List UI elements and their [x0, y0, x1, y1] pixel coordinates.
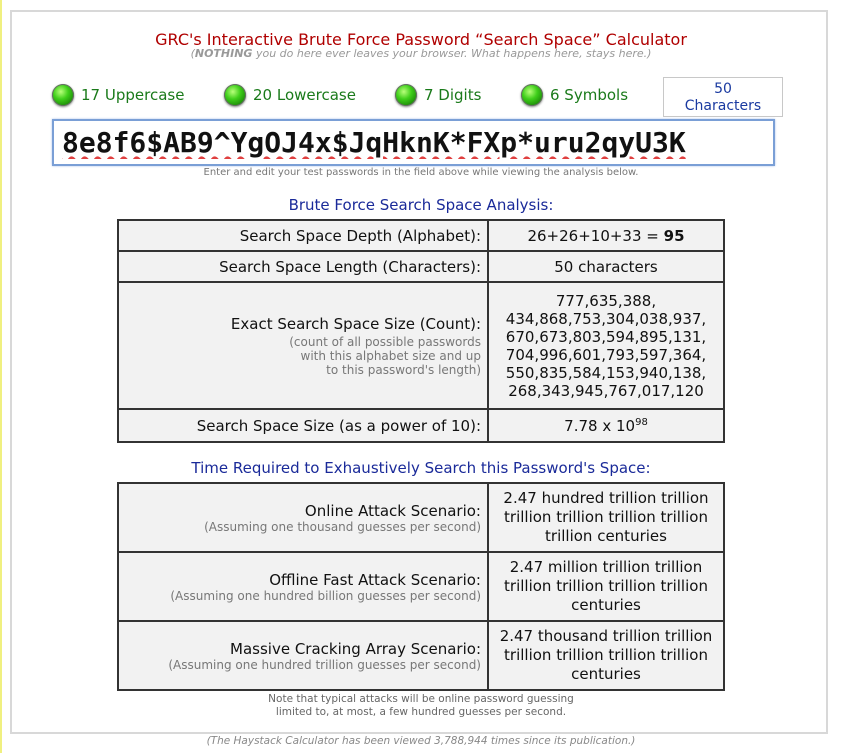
length-indicator: 50 Characters [663, 77, 783, 117]
exact-size-line: 670,673,803,594,895,131, [505, 327, 707, 346]
length-unit: Characters [684, 98, 762, 114]
table-row: Search Space Size (as a power of 10): 7.… [117, 408, 725, 443]
exact-size-line: 777,635,388, [555, 291, 657, 310]
exact-size-cell: Exact Search Space Size (Count): (count … [117, 281, 489, 410]
table-row: Offline Fast Attack Scenario: (Assuming … [117, 551, 725, 622]
left-edge-stripe [0, 0, 2, 753]
green-led-icon [52, 84, 74, 106]
cracking-array-label: Massive Cracking Array Scenario: [230, 639, 481, 658]
exact-size-line: 268,343,945,767,017,120 [508, 381, 704, 400]
password-field-wrapper [52, 119, 775, 166]
time-table: Online Attack Scenario: (Assuming one th… [117, 482, 725, 691]
depth-value: 26+26+10+33 = 95 [487, 219, 725, 252]
exact-size-line: 704,996,601,793,597,364, [505, 345, 707, 364]
green-led-icon [521, 84, 543, 106]
table-row: Massive Cracking Array Scenario: (Assumi… [117, 620, 725, 691]
online-attack-value: 2.47 hundred trillion trillion trillion … [487, 482, 725, 553]
length-value: 50 characters [487, 250, 725, 283]
offline-attack-note: (Assuming one hundred billion guesses pe… [170, 588, 481, 603]
exact-size-note-1: (count of all possible passwords [289, 334, 481, 349]
uppercase-counter: 17 Uppercase [52, 84, 184, 106]
exact-size-line: 550,835,584,153,940,138, [505, 363, 707, 382]
page-subtitle: (NOTHING you do here ever leaves your br… [190, 47, 652, 60]
offline-attack-label: Offline Fast Attack Scenario: [269, 570, 481, 589]
cracking-array-note: (Assuming one hundred trillion guesses p… [168, 657, 481, 672]
lowercase-counter: 20 Lowercase [224, 84, 356, 106]
digits-counter: 7 Digits [395, 84, 481, 106]
search-space-table: Search Space Depth (Alphabet): 26+26+10+… [117, 219, 725, 443]
password-hint: Enter and edit your test passwords in th… [203, 167, 639, 178]
online-attack-label-cell: Online Attack Scenario: (Assuming one th… [117, 482, 489, 553]
typical-attack-note-line: Note that typical attacks will be online… [268, 693, 574, 705]
power-label: Search Space Size (as a power of 10): [117, 408, 489, 443]
offline-attack-value: 2.47 million trillion trillion trillion … [487, 551, 725, 622]
online-attack-note: (Assuming one thousand guesses per secon… [204, 519, 481, 534]
length-count: 50 [714, 81, 732, 97]
cracking-array-value: 2.47 thousand trillion trillion trillion… [487, 620, 725, 691]
table-row: Search Space Depth (Alphabet): 26+26+10+… [117, 219, 725, 252]
digits-counter-label: 7 Digits [424, 86, 482, 104]
exact-size-note-3: to this password's length) [326, 362, 481, 377]
view-counter: (The Haystack Calculator has been viewed… [206, 735, 636, 747]
typical-attack-note-line: limited to, at most, a few hundred guess… [275, 706, 567, 718]
table-row: Search Space Length (Characters): 50 cha… [117, 250, 725, 283]
exact-size-note-2: with this alphabet size and up [300, 348, 481, 363]
time-heading: Time Required to Exhaustively Search thi… [191, 459, 651, 477]
power-value: 7.78 x 1098 [487, 408, 725, 443]
uppercase-counter-label: 17 Uppercase [81, 86, 185, 104]
exact-size-line: 434,868,753,304,038,937, [505, 309, 707, 328]
exact-size-label: Exact Search Space Size (Count): [230, 314, 481, 333]
table-row: Online Attack Scenario: (Assuming one th… [117, 482, 725, 553]
depth-label: Search Space Depth (Alphabet): [117, 219, 489, 252]
lowercase-counter-label: 20 Lowercase [253, 86, 356, 104]
exact-size-value: 777,635,388, 434,868,753,304,038,937, 67… [487, 281, 725, 410]
green-led-icon [224, 84, 246, 106]
typical-attack-note: Note that typical attacks will be online… [0, 693, 842, 719]
symbols-counter-label: 6 Symbols [550, 86, 629, 104]
table-row: Exact Search Space Size (Count): (count … [117, 281, 725, 410]
password-input[interactable] [54, 121, 773, 164]
cracking-array-label-cell: Massive Cracking Array Scenario: (Assumi… [117, 620, 489, 691]
symbols-counter: 6 Symbols [521, 84, 628, 106]
offline-attack-label-cell: Offline Fast Attack Scenario: (Assuming … [117, 551, 489, 622]
online-attack-label: Online Attack Scenario: [304, 501, 481, 520]
analysis-heading: Brute Force Search Space Analysis: [288, 196, 554, 214]
length-label: Search Space Length (Characters): [117, 250, 489, 283]
green-led-icon [395, 84, 417, 106]
power-exponent: 98 [635, 416, 648, 428]
